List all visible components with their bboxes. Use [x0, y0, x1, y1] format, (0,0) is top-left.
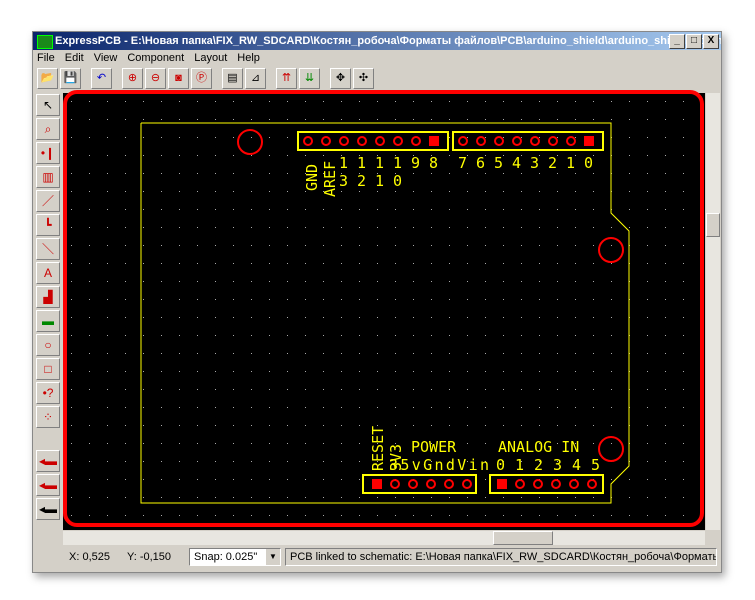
pointer-icon[interactable]: ↖ [36, 94, 60, 116]
zoom-region-icon[interactable]: ⌕ [36, 118, 60, 140]
text-icon[interactable]: A [36, 262, 60, 284]
pin-number: 8 [429, 154, 438, 172]
place-component-icon[interactable]: ▥ [36, 166, 60, 188]
x-coordinate: X: 0,525 [69, 551, 110, 563]
power-label: POWER [411, 438, 457, 456]
pin-number: 1 [375, 172, 384, 190]
pin-number: 7 [458, 154, 467, 172]
place-part-icon[interactable]: ▬ [36, 310, 60, 332]
layer-silk-button[interactable]: ◂▬ [36, 498, 60, 520]
pin-number: 1 [393, 154, 402, 172]
app-window: ExpressPCB - E:\Новая папка\FIX_RW_SDCAR… [32, 31, 722, 573]
menu-view[interactable]: View [94, 51, 118, 66]
pin-number: 3 [339, 172, 348, 190]
bottom-layer-icon[interactable]: ⇊ [299, 68, 320, 89]
pcb-canvas[interactable]: GND AREF 111198765432103210 RESET 3V3 PO… [63, 93, 705, 530]
pin-number: 0 [393, 172, 402, 190]
move-group-icon[interactable]: ✣ [353, 68, 374, 89]
pin-number: 1 [357, 154, 366, 172]
chevron-down-icon[interactable]: ▼ [266, 549, 280, 565]
pin-number: 2 [548, 154, 557, 172]
menu-file[interactable]: File [37, 51, 55, 66]
analog-pins-label: 0 1 2 3 4 5 [496, 456, 600, 474]
left-toolbar: ↖ ⌕ •❙ ▥ ／ ┗ ＼ A ▟ ▬ ○ □ •? ⁘ ◂▬ ◂▬ ◂▬ [36, 94, 60, 522]
minimize-button[interactable]: _ [669, 34, 685, 49]
analog-label: ANALOG IN [498, 438, 579, 456]
undo-icon[interactable]: ↶ [91, 68, 112, 89]
menu-help[interactable]: Help [237, 51, 260, 66]
pad-properties-icon[interactable]: ⊿ [245, 68, 266, 89]
snap-select[interactable]: Snap: 0.025" ▼ [189, 548, 281, 566]
status-bar: X: 0,525 Y: -0,150 Snap: 0.025" ▼ PCB lin… [33, 547, 721, 567]
title-bar: ExpressPCB - E:\Новая папка\FIX_RW_SDCAR… [33, 32, 721, 50]
menu-bar: File Edit View Component Layout Help [37, 51, 260, 66]
ground-icon[interactable]: ┗ [36, 214, 60, 236]
pin-number: 1 [339, 154, 348, 172]
pin-label-reset: RESET [369, 426, 387, 471]
pin-number: 2 [357, 172, 366, 190]
toolbar: 📂 💾 ↶ ⊕ ⊖ ◙ Ⓟ ▤ ⊿ ⇈ ⇊ ✥ ✣ [37, 68, 374, 90]
y-coordinate: Y: -0,150 [127, 551, 172, 563]
trace-icon[interactable]: ／ [36, 190, 60, 212]
power-pins-label: 35vGndVin [389, 456, 489, 474]
open-icon[interactable]: 📂 [37, 68, 58, 89]
diagonal-trace-icon[interactable]: ＼ [36, 238, 60, 260]
linked-schematic-path: PCB linked to schematic: E:\Новая папка\… [285, 548, 717, 566]
pin-number: 1 [566, 154, 575, 172]
horizontal-scrollbar[interactable] [63, 531, 705, 545]
pad [429, 136, 439, 146]
layer-top-button[interactable]: ◂▬ [36, 450, 60, 472]
top-layer-icon[interactable]: ⇈ [276, 68, 297, 89]
pcb-drawing: GND AREF 1 1 1 1 9 8 7 6 5 4 3 2 1 03 2 1 0 RESET 3V3 PO… [63, 93, 705, 530]
pad [497, 479, 507, 489]
pin-number: 4 [512, 154, 521, 172]
pin-number: 0 [584, 154, 593, 172]
net-icon[interactable]: ⁘ [36, 406, 60, 428]
menu-edit[interactable]: Edit [65, 51, 84, 66]
app-icon [37, 35, 53, 49]
zoom-fit-icon[interactable]: ◙ [168, 68, 189, 89]
circle-icon[interactable]: ○ [36, 334, 60, 356]
pin-number: 1 [375, 154, 384, 172]
pin-number: 5 [494, 154, 503, 172]
maximize-button[interactable]: □ [686, 34, 702, 49]
zoom-out-icon[interactable]: ⊖ [145, 68, 166, 89]
pad [372, 479, 382, 489]
copper-fill-icon[interactable]: ▟ [36, 286, 60, 308]
pin-label-aref: AREF [321, 161, 339, 197]
pin-label-gnd: GND [303, 164, 321, 191]
pad [584, 136, 594, 146]
rectangle-icon[interactable]: □ [36, 358, 60, 380]
window-title: ExpressPCB - E:\Новая папка\FIX_RW_SDCAR… [55, 35, 721, 47]
pin-number: 9 [411, 154, 420, 172]
pin-number: 3 [530, 154, 539, 172]
save-icon[interactable]: 💾 [60, 68, 81, 89]
close-button[interactable]: X [703, 34, 719, 49]
menu-component[interactable]: Component [127, 51, 184, 66]
vertical-scrollbar[interactable] [706, 93, 720, 530]
menu-layout[interactable]: Layout [194, 51, 227, 66]
query-icon[interactable]: •? [36, 382, 60, 404]
move-icon[interactable]: ✥ [330, 68, 351, 89]
zoom-in-icon[interactable]: ⊕ [122, 68, 143, 89]
pin-number: 6 [476, 154, 485, 172]
layer-bottom-button[interactable]: ◂▬ [36, 474, 60, 496]
component-properties-icon[interactable]: ▤ [222, 68, 243, 89]
zoom-previous-icon[interactable]: Ⓟ [191, 68, 212, 89]
place-pad-icon[interactable]: •❙ [36, 142, 60, 164]
